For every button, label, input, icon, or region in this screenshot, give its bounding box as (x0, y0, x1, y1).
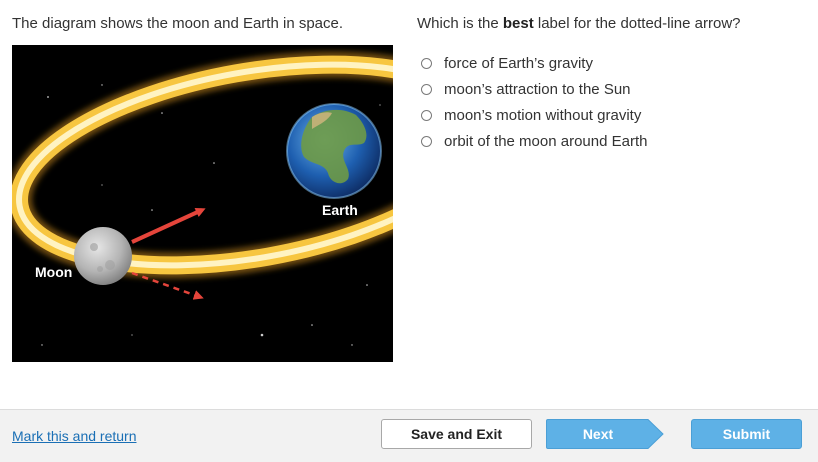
choice-4[interactable]: orbit of the moon around Earth (421, 128, 647, 154)
choice-1[interactable]: force of Earth’s gravity (421, 50, 647, 76)
footer-bar: Mark this and return Save and Exit Next … (0, 409, 818, 462)
choice-3[interactable]: moon’s motion without gravity (421, 102, 647, 128)
choice-label: force of Earth’s gravity (444, 54, 593, 72)
radio-button[interactable] (421, 109, 432, 121)
question-text: Which is the best label for the dotted-l… (417, 15, 741, 32)
stimulus-text: The diagram shows the moon and Earth in … (12, 15, 344, 32)
choice-label: moon’s motion without gravity (444, 106, 642, 124)
question-emphasis: best (502, 15, 534, 32)
save-and-exit-button[interactable]: Save and Exit (381, 419, 532, 449)
earth-label: Earth (322, 202, 358, 218)
moon-earth-diagram: Earth Moon (12, 45, 393, 362)
radio-button[interactable] (421, 135, 432, 147)
choice-label: moon’s attraction to the Sun (444, 80, 631, 98)
choice-2[interactable]: moon’s attraction to the Sun (421, 76, 647, 102)
next-button[interactable]: Next (546, 419, 664, 449)
choice-label: orbit of the moon around Earth (444, 132, 648, 150)
answer-choices: force of Earth’s gravity moon’s attracti… (421, 50, 647, 154)
mark-and-return-link[interactable]: Mark this and return (12, 428, 137, 444)
moon (74, 227, 132, 285)
radio-button[interactable] (421, 57, 432, 69)
submit-button[interactable]: Submit (691, 419, 802, 449)
moon-label: Moon (35, 264, 72, 280)
earth (286, 103, 382, 199)
solid-arrow (131, 207, 206, 244)
radio-button[interactable] (421, 83, 432, 95)
question-prefix: Which is the (417, 15, 503, 32)
question-suffix: label for the dotted-line arrow? (533, 15, 741, 32)
next-button-label: Next (582, 426, 614, 442)
